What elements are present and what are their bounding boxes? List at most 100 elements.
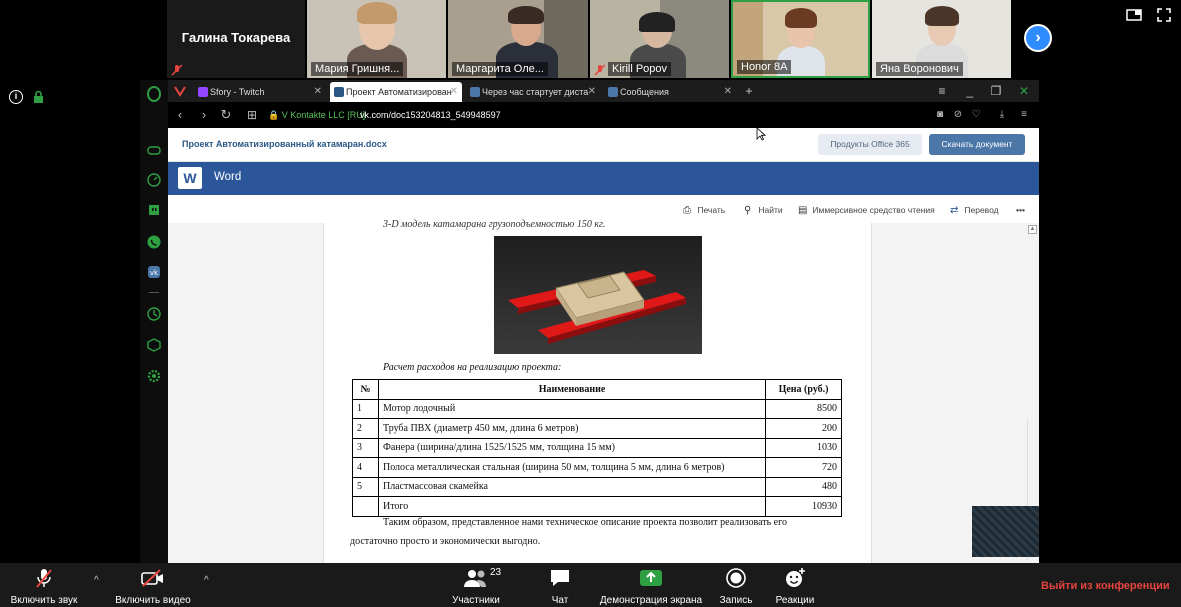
table-cell: Труба ПВХ (диаметр 450 мм, длина 6 метро… [377,418,767,439]
encryption-lock-icon[interactable] [33,90,44,104]
self-view-thumbnail[interactable] [972,506,1039,557]
vk-doc-header: Проект Автоматизированный катамаран.docx… [168,128,1039,162]
new-tab-button[interactable]: + [741,80,757,102]
sidebar-divider [149,292,159,293]
chat-button[interactable]: Чат [542,567,578,606]
tab-menu-icon[interactable]: ≡ [934,80,950,102]
video-off-icon [141,569,163,587]
fullscreen-icon[interactable] [1156,8,1172,24]
participant-tile-active-speaker[interactable]: Honor 8A [731,0,870,78]
table-cell: 4 [352,457,379,478]
tab-twitch[interactable]: Sfory - Twitch ✕ [194,82,326,102]
search-icon: ⚲ [744,205,752,216]
easy-setup-icon[interactable]: ≡ [1018,108,1030,122]
speed-dial-icon[interactable]: ⊞ [244,106,260,124]
table-cell: 3 [352,437,379,458]
word-online-header: W Word [168,162,1039,195]
office-products-button[interactable]: Продукты Office 365 [818,134,922,155]
table-header-row: № Наименование Цена (руб.) [352,379,842,400]
table-header-cell: № [352,379,379,400]
close-tab-icon[interactable]: ✕ [588,82,596,102]
tab-bar: Sfory - Twitch ✕ Проект Автоматизирован … [168,80,1039,102]
vk-icon[interactable]: vk [146,264,162,280]
download-document-button[interactable]: Скачать документ [929,134,1025,155]
twitch-icon[interactable] [146,203,162,219]
reload-button[interactable]: ↻ [218,106,234,124]
table-cell: 200 [765,418,842,439]
table-cell: 2 [352,418,379,439]
catamaran-3d-model-image [494,236,702,354]
whatsapp-icon[interactable] [146,234,162,250]
table-cell: Полоса металлическая стальная (ширина 50… [377,457,767,478]
mic-muted-icon [594,64,606,76]
table-header-cell: Наименование [377,379,767,400]
participant-tile[interactable]: Мария Гришня... [307,0,446,78]
close-tab-icon[interactable]: ✕ [450,82,458,102]
gallery-view-icon[interactable] [1126,8,1142,24]
chat-bubble-icon [551,570,569,586]
minimize-button[interactable]: _ [962,80,978,102]
translate-icon: ⇄ [950,205,959,216]
model-caption: 3-D модель катамарана грузоподъемностью … [383,219,606,230]
unmute-button[interactable]: Включить звук [4,567,84,606]
forward-button[interactable]: › [196,106,212,124]
video-options-chevron-icon[interactable]: ^ [204,575,209,586]
immersive-reader-button[interactable]: ▤ Иммерсивное средство чтения [798,203,935,218]
gamepad-icon[interactable] [146,142,162,158]
box-icon[interactable] [146,337,162,353]
translate-button[interactable]: ⇄ Перевод [950,203,999,218]
find-button[interactable]: ⚲ Найти [744,203,783,218]
participant-strip: Галина Токарева Мария Гришня... Маргарит… [0,0,1181,80]
table-cell: 1030 [765,437,842,458]
document-viewport[interactable]: 3-D модель катамарана грузоподъемностью … [168,219,1039,563]
table-row: 2 Труба ПВХ (диаметр 450 мм, длина 6 мет… [352,418,842,439]
site-security-badge[interactable]: 🔒 V Kontakte LLC [RU] [268,108,365,122]
back-button[interactable]: ‹ [172,106,188,124]
participant-name: Kirill Popov [608,62,672,76]
bookmark-heart-icon[interactable]: ♡ [970,108,982,122]
vk-favicon-icon [608,87,618,97]
download-icon[interactable]: ⤓ [996,108,1008,122]
participants-button[interactable]: 23 Участники [446,567,506,606]
adblock-icon[interactable]: ⊘ [952,108,964,122]
table-header-cell: Цена (руб.) [765,379,842,400]
tab-messages[interactable]: Сообщения ✕ [604,82,736,102]
print-button[interactable]: ⎙ Печать [683,203,725,218]
close-tab-icon[interactable]: ✕ [724,82,732,102]
close-tab-icon[interactable]: ✕ [314,82,322,102]
opera-menu-icon[interactable] [174,85,186,97]
tab-doc[interactable]: Проект Автоматизирован ✕ [330,82,462,102]
url-field[interactable]: vk.com/doc153204813_549948597 [360,108,501,122]
meeting-info-icon[interactable]: i [9,90,23,104]
table-cell: Пластмассовая скамейка [377,476,767,497]
participant-tile[interactable]: Kirill Popov [590,0,729,78]
settings-gear-icon[interactable] [146,368,162,384]
record-button[interactable]: Запись [716,567,756,606]
more-options-button[interactable]: ••• [1016,203,1025,217]
reactions-button[interactable]: Реакции [772,567,818,606]
close-window-button[interactable]: ✕ [1016,80,1032,102]
snapshot-icon[interactable]: ◙ [934,108,946,122]
address-bar: ‹ › ↻ ⊞ 🔒 V Kontakte LLC [RU] vk.com/doc… [168,102,1039,128]
scroll-up-button[interactable]: ▲ [1028,225,1037,234]
table-cell: 720 [765,457,842,478]
start-video-button[interactable]: Включить видео [110,567,196,606]
speed-icon[interactable] [146,172,162,188]
document-filename: Проект Автоматизированный катамаран.docx [182,139,387,149]
leave-meeting-button[interactable]: Выйти из конференции [1041,580,1170,592]
opera-logo-icon[interactable] [146,86,162,102]
tab-news[interactable]: Через час стартует диста ✕ [466,82,600,102]
share-screen-button[interactable]: Демонстрация экрана [596,567,706,606]
participant-tile[interactable]: Галина Токарева [167,0,305,78]
table-row: 3 Фанера (ширина/длина 1525/1525 мм, тол… [352,437,842,458]
audio-options-chevron-icon[interactable]: ^ [94,575,99,586]
participant-name: Маргарита Оле... [452,62,548,76]
history-icon[interactable] [146,306,162,322]
next-page-button[interactable]: › [1024,24,1052,52]
record-icon [726,568,746,588]
participant-tile[interactable]: Маргарита Оле... [448,0,588,78]
app-name: Word [214,171,242,183]
maximize-button[interactable]: ❐ [988,80,1004,102]
participant-tile[interactable]: Яна Воронович [872,0,1011,78]
svg-text:vk: vk [150,269,159,277]
